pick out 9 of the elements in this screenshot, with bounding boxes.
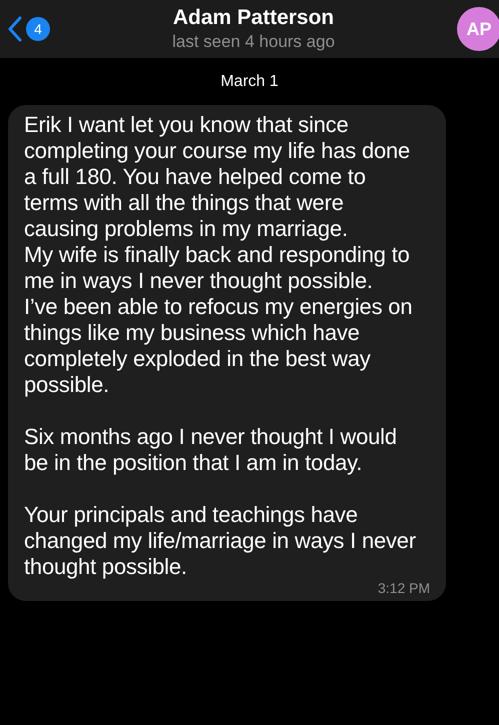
date-label: March 1 bbox=[220, 72, 278, 92]
back-icon bbox=[8, 16, 22, 42]
unread-badge: 4 bbox=[26, 17, 50, 41]
contact-name: Adam Patterson bbox=[172, 5, 334, 31]
message-time: 3:12 PM bbox=[378, 580, 430, 597]
message-text: Erik I want let you know that since completing your course my life has done a full 180. You have helped come to terms with all the things that were causing problems in my marriage. My wife is finally back and responding to me in ways I never thought possible. I’ve been able to refocus my energies on things like my business which have completely exploded in the best way possible. Six months ago I never thought I would be in the position that I am in today. Your principals and teachings have changed my life/marriage in ways I never thought possible. bbox=[24, 112, 416, 580]
back-button[interactable]: 4 bbox=[8, 16, 50, 42]
avatar[interactable]: AP bbox=[457, 7, 499, 51]
last-seen-status: last seen 4 hours ago bbox=[172, 31, 335, 53]
